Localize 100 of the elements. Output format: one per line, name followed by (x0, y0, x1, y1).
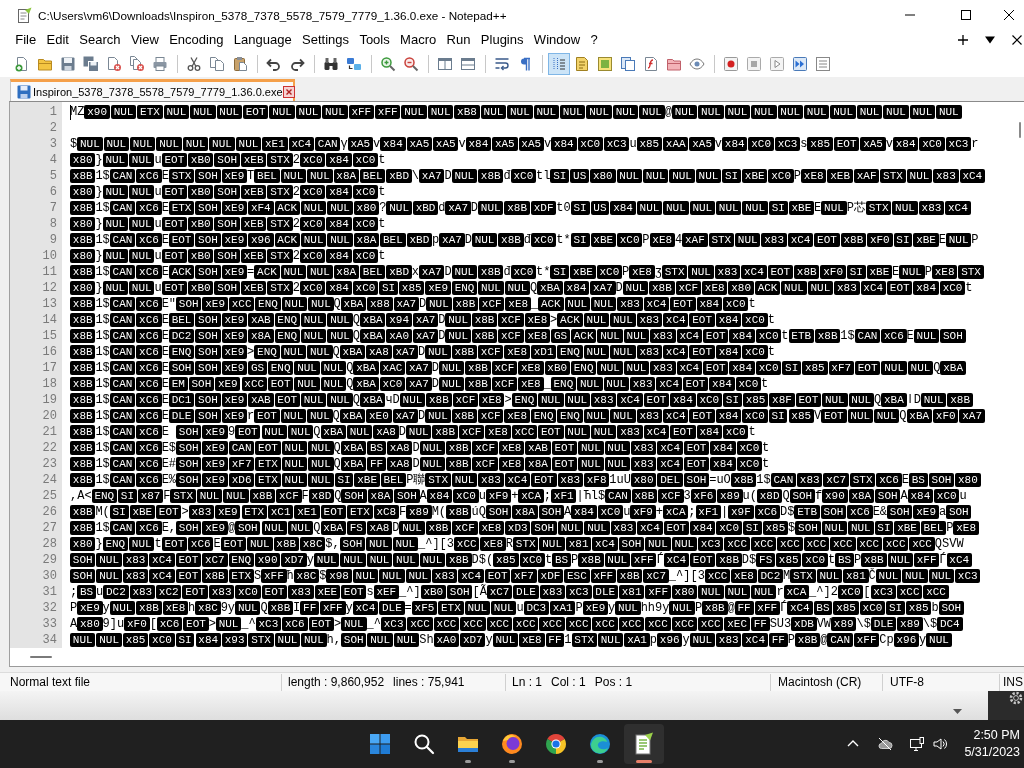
line-number: 22 (42, 440, 57, 456)
taskbar-button[interactable] (624, 724, 664, 764)
close-icon[interactable] (1004, 10, 1014, 20)
status-text: lines : 75,941 (393, 675, 465, 689)
line-number: 29 (42, 552, 57, 568)
menu-item[interactable]: Macro (394, 30, 442, 50)
function-list-icon (643, 55, 659, 72)
code-line: x8B 1$ CAN xC6 E SOH xE9 9 EOT NUL NUL Q xBA NUL xA8 D NUL x8B xCF xE8 xCC EOT NUL NUL x83 xC4 EOT x84 xC0 t (70, 424, 756, 440)
line-number: 19 (42, 392, 57, 408)
close-icon[interactable] (1012, 35, 1022, 45)
line-number: 30 (42, 568, 57, 584)
menu-item[interactable]: Settings (296, 30, 355, 50)
line-number: 10 (42, 248, 57, 264)
line-number: 31 (42, 584, 57, 600)
document-list-icon (620, 55, 636, 72)
scrollbar-thumb[interactable] (1019, 122, 1021, 138)
code-line: x8B 1$ CAN xC6 E STX SOH xE9 T BEL NUL NUL x8A BEL xBD \ xA7 D NUL x8B đ xC0 tl SI US x80 NUL NUL NUL NUL SI xBE xC0 P xE8 xEB xAF STX NUL x83 xC4 (70, 168, 985, 184)
menu-item[interactable]: Search (74, 30, 126, 50)
replace-icon (346, 55, 362, 72)
stop-icon (746, 55, 762, 72)
line-number: 5 (49, 168, 57, 184)
status-text: Col : 1 (551, 675, 586, 689)
line-number: 17 (42, 360, 57, 376)
line-number: 13 (42, 296, 57, 312)
menu-item[interactable]: Tools (354, 30, 395, 50)
code-line: ,A< ENQ SI x87 F STX NUL NUL x8B xCF F x8D Q SOH x8A SOH A x84 xC0 u xF9 + xCA ; xF1 |Ћl$ CAN x8B xCF 3 xF6 x89 u( x8D Q SOH f x90 x8A SOH A x84 xC0 u (70, 488, 967, 504)
save-icon (60, 55, 76, 72)
line-number: 3 (49, 136, 57, 152)
code-line: x8B 1$ CAN xC6 E$ SOH xE9 CAN EOT NUL NUL Q xBA BS xA8 D NUL x8B xCF xE8 xAB EOT NUL NUL x83 xC4 EOT x84 xC0 t (70, 440, 770, 456)
chrome-icon (544, 732, 568, 756)
line-number: 28 (42, 536, 57, 552)
maximize-icon[interactable] (961, 10, 971, 20)
menu-item[interactable]: ? (585, 30, 603, 50)
zoom-in-icon (380, 55, 396, 72)
code-line: SOH NUL x83 xC4 EOT x8B ETX S xFF ħ x8C $ x98 NUL NUL NUL x83 xC4 EOT xF7 xDF ESC xFF x8B xC7 _^][3 xCC xE8 DC2 M STX NUL x81 Č NUL NUL NUL xC3 (70, 568, 981, 584)
firefox-icon (500, 732, 524, 756)
printer-icon (152, 55, 168, 72)
notepad-icon (632, 732, 656, 756)
menu-item[interactable]: View (125, 30, 164, 50)
code-line: x8B 1$ CAN xC6 E EOT SOH xE9 x96 ACK NUL NUL x8A BEL xBD p xA7 D NUL x8B đ xC0 t* SI xBE xC0 P xE8 4 xAF STX NUL x83 xC4 EOT x8B xF0 SI xBE E NUL P (70, 232, 979, 248)
status-text: Normal text file (10, 675, 91, 689)
monitor-icon[interactable] (909, 736, 926, 752)
plus-icon[interactable] (958, 35, 968, 45)
line-number: 25 (42, 488, 57, 504)
status-text: Ln : 1 (512, 675, 543, 689)
speaker-icon[interactable] (932, 736, 949, 752)
zoom-out-icon (403, 55, 419, 72)
code-line: x8B 1$ CAN xC6 E ACK SOH xE9 = ACK NUL NUL x8A BEL xBD x xA7 D NUL x8B đ xC0 t* SI xBE xC0 P xE8 ʒ STX NUL x83 xC4 EOT x8B xF0 SI xBE E NUL P xE8 STX (70, 264, 984, 280)
status-text: Pos : 1 (594, 675, 633, 689)
code-line: x8B 1$ CAN xC6 E" SOH xE9 xCC ENQ NUL NUL Q xBA x88 xA7 D NUL x8B xCF xE8 _ ACK NUL NUL x83 xC4 EOT x84 xC0 t (70, 296, 756, 312)
menu-item[interactable]: Window (528, 30, 586, 50)
save-icon (17, 84, 31, 99)
code-line: x8B 1$ CAN xC6 E# SOH xE9 xF7 ETX NUL NUL Q xBA FF xA8 D NUL x8B xCF xE8 x8A EOT NUL NUL x83 xC4 EOT x84 xC0 t (70, 456, 770, 472)
new-file-icon (14, 55, 30, 72)
close-icon[interactable] (282, 85, 295, 98)
record-icon (723, 55, 739, 72)
edge-icon (588, 732, 612, 756)
code-line: MZ x90 NUL ETX NUL NUL NUL EOT NUL NUL NUL xFF xFF NUL NUL xB8 NUL NUL NUL NUL NUL NUL NUL @ NUL NUL NUL NUL NUL NUL NUL NUL NUL NUL NUL (70, 104, 962, 120)
code-line: x80 } NUL NUL u EOT xB0 SOH xEB STX 2 xC0 x84 xC0 t (70, 216, 386, 232)
code-line: x8B 1$ CAN xC6 E DC1 SOH xE9 xAB EOT NUL NUL Q xBA чD NUL x8B xCF xE8 > ENQ NUL NUL x83 xC4 EOT x84 xC0 SI x85 x8F EOT NUL NUL Q xBA ǀD NUL x8B (70, 392, 973, 408)
clipboard-icon (232, 55, 248, 72)
menu-item[interactable]: Plugins (475, 30, 529, 50)
word-wrap-icon (494, 55, 510, 72)
gear-icon[interactable] (988, 691, 1024, 721)
code-line: x8B 1$ CAN xC6 E SOH SOH xE9 GS ENQ NUL NUL Q xBA xAC xA7 D NUL x8B xCF xE8 xB0 ENQ NUL NUL x83 xC4 EOT x84 xC0 SI x85 xF7 EOT NUL NUL Q xBA (70, 360, 966, 376)
play-icon (769, 55, 785, 72)
code-line: x80 } NUL NUL u EOT xB0 SOH xEB STX 2 xC0 x84 xC0 t (70, 152, 386, 168)
save-all-icon (83, 55, 99, 72)
file-tab[interactable]: Inspiron_5378_7378_5578_7579_7779_1.36.0.exe (10, 79, 295, 101)
line-number: 32 (42, 600, 57, 616)
split-window-icon (460, 55, 476, 72)
code-line: NUL NUL x85 xC0 SI x84 x93 STX NUL NUL h, SOH NUL NUL Sh xA0 xD7 y NUL xE8 FF 1 STX NUL xA1 p x96 y NUL x83 xC4 FF P x8B @ CAN xFF Cp x96 y NUL (70, 632, 952, 648)
notepad-icon (16, 7, 32, 23)
code-line: x80 } ENQ NUL t EOT xC6 E EOT NUL x8B x8C $, SOH NUL NUL _^][3 xCC xE8 R STX NUL x81 xC4 SOH NUL NUL xC3 xCC xCC xCC xCC xCC xCC xCC xCC QSVW (70, 536, 964, 552)
start-icon[interactable] (368, 732, 392, 756)
line-number: 7 (49, 200, 57, 216)
code-line: x8B 1$ CAN xC6 E ENQ SOH xE9 > ENQ NUL NUL Q xBA xA8 xA7 D NUL x8B xCF xE8 xD1 ENQ NUL NUL x83 xC4 EOT x84 xC0 t (70, 344, 775, 360)
menu-item[interactable]: Language (228, 30, 297, 50)
menu-item[interactable]: Run (441, 30, 476, 50)
menu-item[interactable]: Edit (41, 30, 75, 50)
code-line: x8B M( SI xBE EOT > x83 xE9 ETX xC1 xE1 EOT ETX xC8 F x89 M( x8B úQ SOH x8A SOH A x84 xC0 u xF9 + xCA ; xF1 | x9F xC6 D$ ETB SOH xC6 E& SOH xE9 a SOH (70, 504, 972, 520)
menu-item[interactable]: Encoding (164, 30, 229, 50)
code-line: x8B 1$ CAN xC6 E% SOH xE9 xD6 ETX NUL NUL SI xBE BEL P聯 STX NUL x83 xC4 EOT x83 xF8 1uU x80 DEL SOH =uO x8B 1$ CAN x83 xC7 STX xC6 E BS SOH x80 (70, 472, 981, 488)
caret-down-icon[interactable] (985, 35, 995, 45)
window-title: C:\Users\vm6\Downloads\Inspiron_5378_7378_5578_7579_7779_1.36.0.exe - Notepad++ (38, 8, 507, 22)
menu-item[interactable]: File (10, 30, 42, 50)
line-number: 4 (49, 152, 57, 168)
scrollbar-thumb[interactable] (30, 656, 52, 658)
close-file-icon (106, 55, 122, 72)
cloud-offline-icon[interactable] (877, 736, 894, 752)
search-icon[interactable] (412, 732, 436, 756)
tab-label: Inspiron_5378_7378_5578_7579_7779_1.36.0.exe (33, 85, 283, 98)
status-text: Macintosh (CR) (778, 675, 862, 689)
document-icon (574, 55, 590, 72)
code-line: x80 } NUL NUL u EOT xB0 SOH xEB STX 2 xC0 x84 xC0 t (70, 184, 386, 200)
code-line: x8B 1$ CAN xC6 E ETX SOH xE9 xF4 ACK NUL NUL x80 ? NUL xBD d xA7 D NUL x8B xDF t0 SI US x84 NUL NUL NUL NUL NUL SI xBE E NUL P芯 STX NUL x83 xC4 (70, 200, 971, 216)
list-icon (815, 55, 831, 72)
copy-icon (209, 55, 225, 72)
status-text: length : 9,860,952 (288, 675, 385, 689)
document-map-icon (597, 55, 613, 72)
